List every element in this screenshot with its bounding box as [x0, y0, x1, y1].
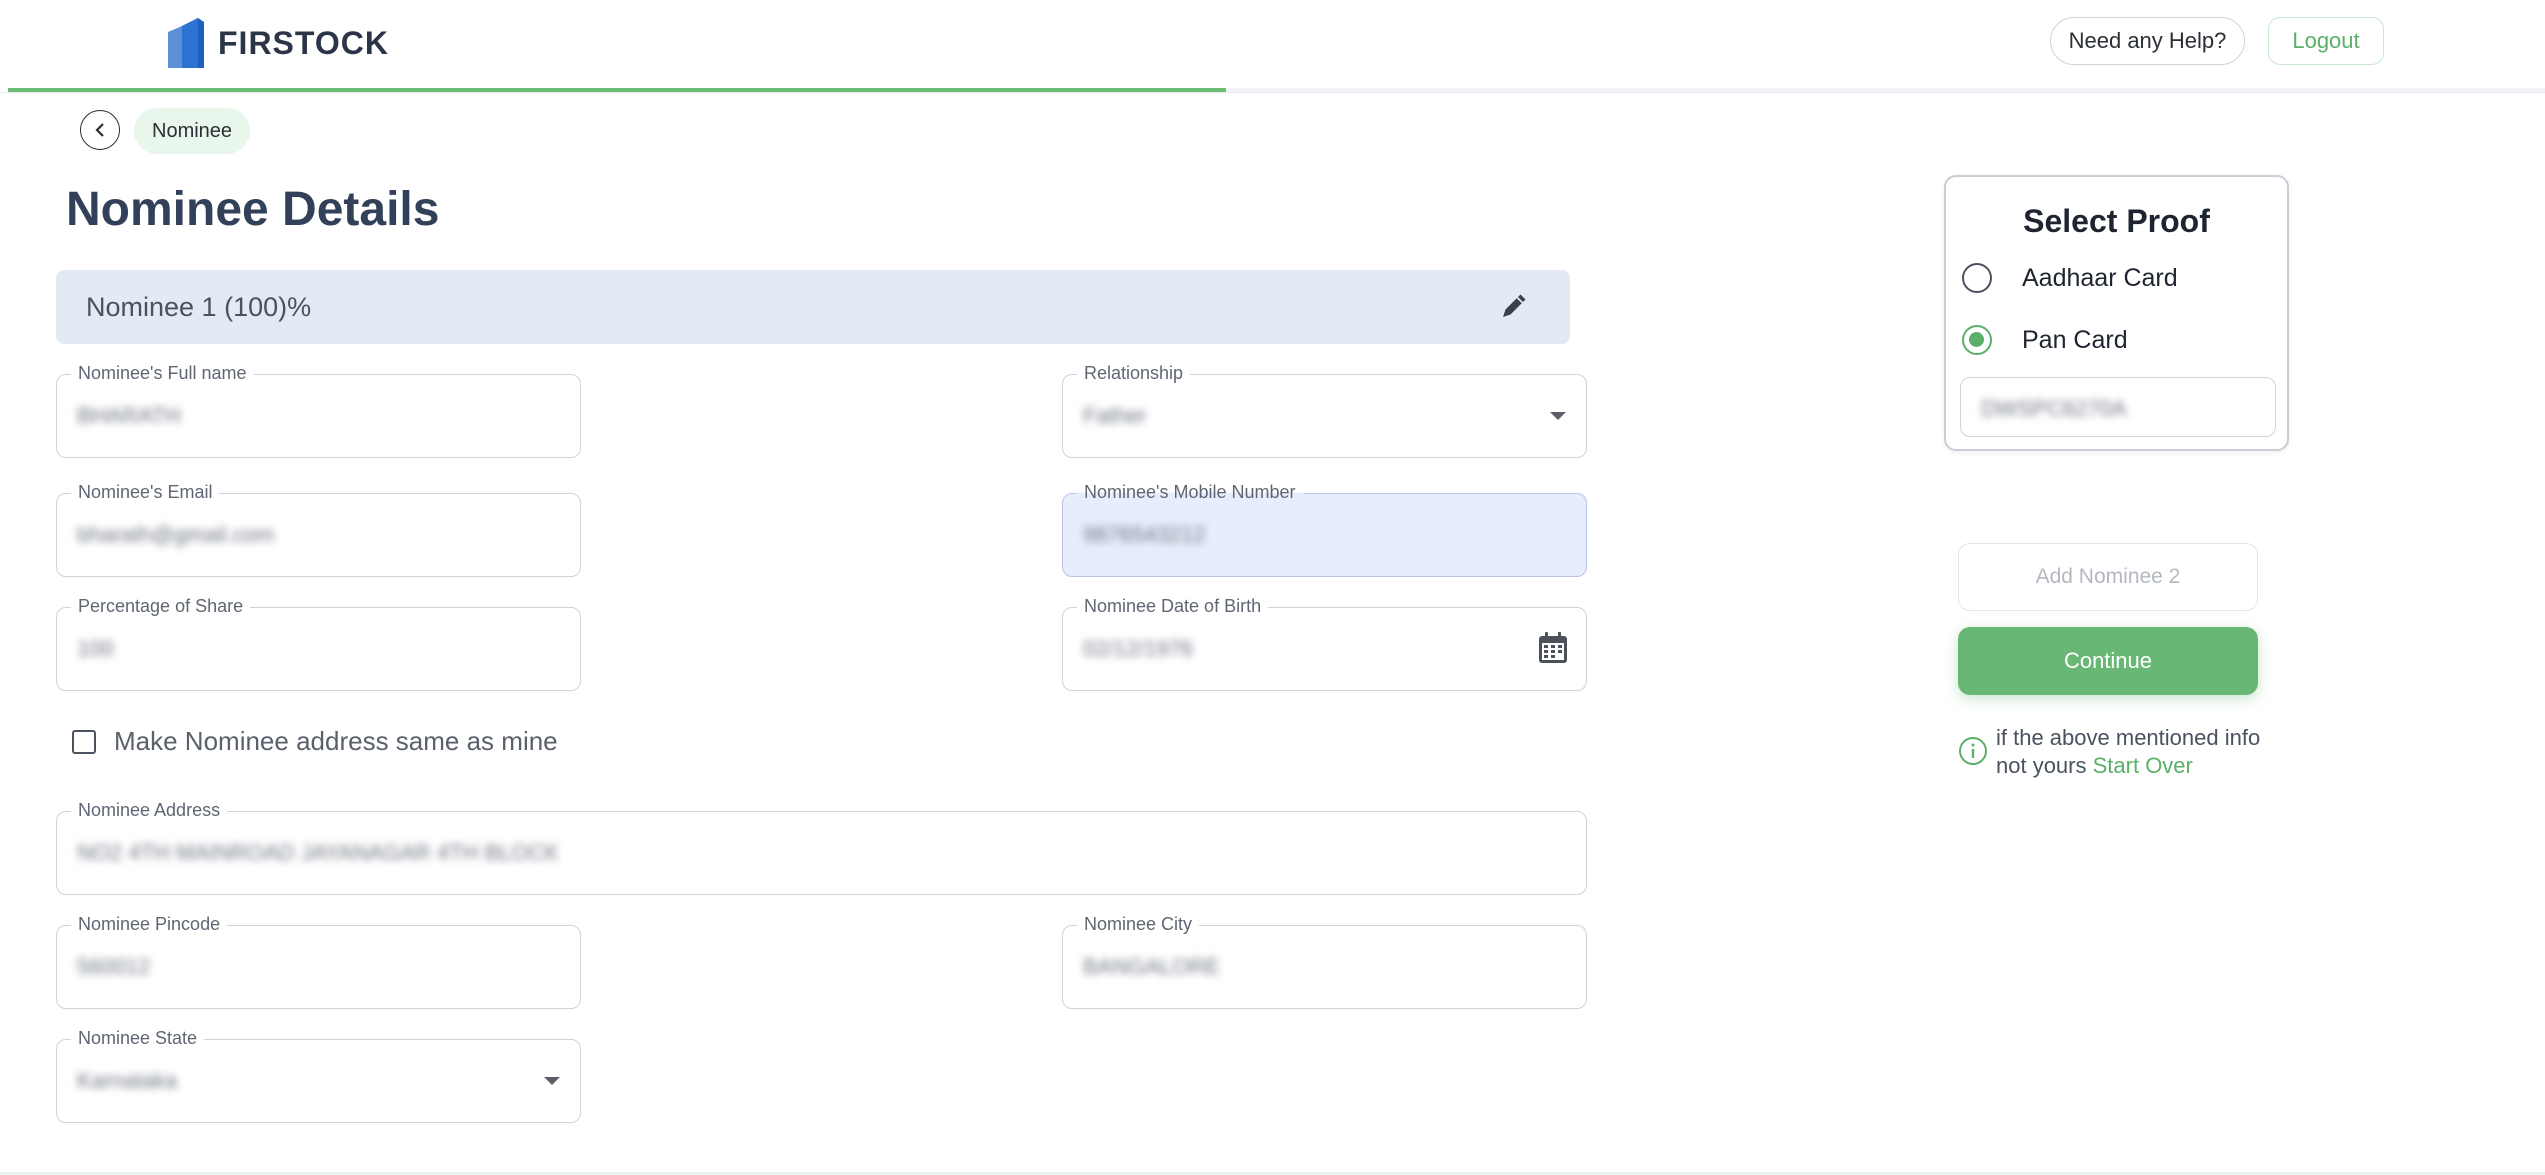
share-percentage-field[interactable]: Percentage of Share 100 — [56, 596, 581, 691]
nominee-dob-field[interactable]: Nominee Date of Birth 02/12/1976 — [1062, 596, 1587, 691]
field-label: Nominee's Full name — [71, 363, 254, 384]
logout-button[interactable]: Logout — [2268, 17, 2384, 65]
nominee-email-field[interactable]: Nominee's Email bharath@gmail.com — [56, 482, 581, 577]
calendar-icon[interactable] — [1538, 632, 1568, 664]
field-value: Father — [1083, 403, 1147, 428]
breadcrumb[interactable]: Nominee — [134, 108, 251, 154]
field-label: Nominee Pincode — [71, 914, 228, 935]
brand-name: FIRSTOCK — [218, 24, 389, 61]
add-nominee-button[interactable]: Add Nominee 2 — [1958, 543, 2258, 611]
field-label: Percentage of Share — [71, 596, 251, 617]
field-label: Nominee's Email — [71, 482, 220, 503]
field-value: DWSPC6270A — [1981, 396, 2127, 421]
caret-down-icon[interactable] — [1550, 412, 1566, 420]
field-value: NO2 4TH MAINROAD JAYANAGAR 4TH BLOCK — [77, 840, 560, 865]
top-header: FIRSTOCK Need any Help? Logout — [0, 0, 2545, 93]
field-value: BHARATH — [77, 403, 181, 428]
building-logo-icon — [168, 18, 204, 68]
same-address-checkbox[interactable] — [72, 729, 96, 754]
back-button[interactable] — [80, 110, 120, 150]
nominee-mobile-field[interactable]: Nominee's Mobile Number 9876543212 — [1062, 482, 1587, 577]
nominee-address-field[interactable]: Nominee Address NO2 4TH MAINROAD JAYANAG… — [56, 800, 1587, 895]
select-proof-card: Select Proof Aadhaar Card Pan Card DWSPC… — [1944, 175, 2289, 451]
radio-label: Aadhaar Card — [2022, 263, 2178, 292]
progress-fill — [8, 88, 1226, 92]
field-value: 100 — [77, 636, 114, 661]
field-value: BANGALORE — [1083, 954, 1220, 979]
field-label: Nominee State — [71, 1028, 205, 1049]
field-value: 560012 — [77, 954, 151, 979]
start-over-link[interactable]: Start Over — [2093, 753, 2193, 778]
same-address-option[interactable]: Make Nominee address same as mine — [72, 726, 558, 757]
field-value: bharath@gmail.com — [77, 522, 275, 547]
nominee-state-select[interactable]: Nominee State Karnataka — [56, 1028, 581, 1123]
field-value: 9876543212 — [1083, 522, 1206, 547]
info-icon — [1959, 737, 1987, 765]
caret-down-icon[interactable] — [544, 1077, 560, 1085]
field-label: Relationship — [1077, 363, 1191, 384]
proof-title: Select Proof — [2023, 203, 2210, 239]
relationship-select[interactable]: Relationship Father — [1062, 363, 1587, 458]
proof-option-pan[interactable]: Pan Card — [1962, 325, 2128, 355]
proof-option-aadhaar[interactable]: Aadhaar Card — [1962, 263, 2178, 293]
field-label: Nominee Date of Birth — [1077, 596, 1269, 617]
radio-pan[interactable] — [1962, 325, 1992, 355]
field-label: Nominee's Mobile Number — [1077, 482, 1303, 503]
help-button[interactable]: Need any Help? — [2050, 17, 2245, 65]
continue-button[interactable]: Continue — [1958, 627, 2258, 695]
page-title: Nominee Details — [66, 183, 440, 236]
brand-logo[interactable]: FIRSTOCK — [168, 18, 389, 68]
proof-number-input[interactable]: DWSPC6270A — [1960, 377, 2276, 437]
progress-bar — [8, 88, 2545, 92]
field-label: Nominee City — [1077, 914, 1200, 935]
nominee-section-header: Nominee 1 (100)% — [56, 270, 1570, 344]
same-address-label: Make Nominee address same as mine — [114, 726, 558, 756]
pen-icon[interactable] — [1498, 292, 1528, 322]
radio-label: Pan Card — [2022, 325, 2128, 354]
radio-aadhaar[interactable] — [1962, 263, 1992, 293]
field-value: Karnataka — [77, 1068, 178, 1093]
info-text: if the above mentioned info not yours St… — [1996, 724, 2296, 780]
field-label: Nominee Address — [71, 800, 228, 821]
field-value: 02/12/1976 — [1083, 636, 1194, 661]
chevron-left-icon — [95, 123, 104, 137]
nominee-pincode-field[interactable]: Nominee Pincode 560012 — [56, 914, 581, 1009]
nominee-full-name-field[interactable]: Nominee's Full name BHARATH — [56, 363, 581, 458]
nominee-section-title: Nominee 1 (100)% — [86, 292, 312, 322]
nominee-city-field[interactable]: Nominee City BANGALORE — [1062, 914, 1587, 1009]
